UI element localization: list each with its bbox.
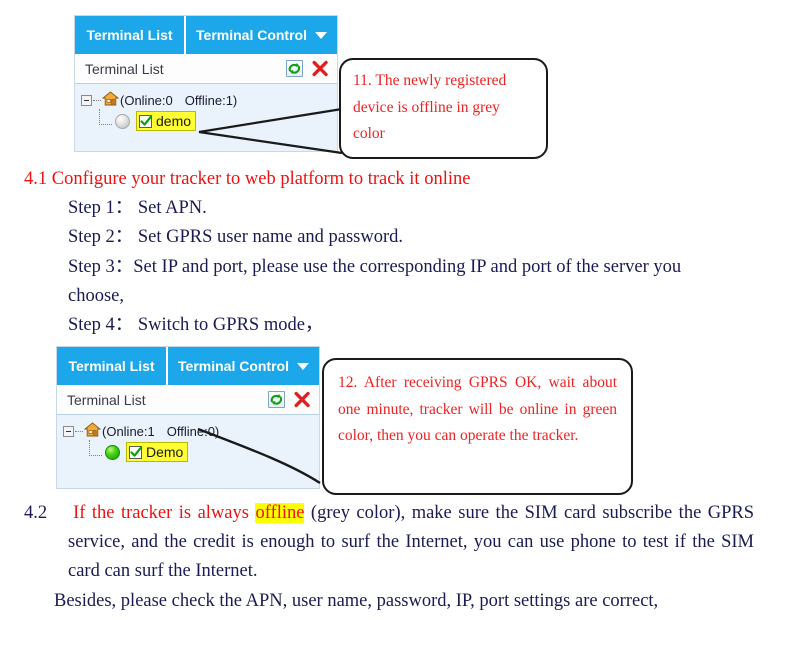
panel-title: Terminal List [67,391,146,408]
tree-device-row[interactable]: Demo [63,440,319,463]
tree-root-row[interactable]: (Online:1 Offline:0) [63,421,319,441]
panel-header: Terminal List [75,54,337,84]
section-42-second-text: Besides, please check the APN, user name… [54,590,659,611]
device-chip[interactable]: Demo [126,442,189,462]
status-indicator-online [105,444,120,460]
terminal-panel-offline[interactable]: Terminal List Terminal Control Terminal … [74,15,338,152]
callout-12: 12. After receiving GPRS OK, wait about … [322,358,633,495]
panel-title: Terminal List [85,60,164,77]
tab-terminal-control[interactable]: Terminal Control [166,347,319,385]
section-42-second-paragraph: Besides, please check the APN, user name… [24,587,754,616]
tab-bar: Terminal List Terminal Control [75,16,337,54]
tree-online-count: (Online:1 [102,423,155,439]
device-name: demo [156,113,192,129]
tree-root-row[interactable]: (Online:0 Offline:1) [81,90,337,110]
close-icon[interactable] [311,60,329,78]
tab-terminal-list-label: Terminal List [68,358,155,374]
close-icon[interactable] [293,391,311,409]
callout-12-text: 12. After receiving GPRS OK, wait about … [338,374,617,445]
tree-online-count: (Online:0 [120,92,173,108]
tree-connector [75,430,83,432]
tree-connector-elbow [99,109,113,129]
step-4: Step 4： Switch to GPRS mode， [68,315,324,336]
chevron-down-icon [296,362,309,370]
tab-bar: Terminal List Terminal Control [57,347,319,385]
home-icon [101,91,120,109]
section-42-paragraph: 4.2 If the tracker is always offline (gr… [24,499,754,587]
tab-terminal-control-label: Terminal Control [178,358,289,374]
refresh-icon[interactable] [268,391,285,408]
section-41: 4.1 Configure your tracker to web platfo… [24,165,774,340]
device-checkbox[interactable] [139,114,153,128]
tree-offline-count: Offline:0) [166,423,220,439]
device-name: Demo [146,444,184,460]
home-icon [83,422,102,440]
tree-offline-count: Offline:1) [184,92,238,108]
collapse-icon[interactable] [63,425,74,437]
panel-header: Terminal List [57,385,319,415]
tree-device-row[interactable]: demo [81,109,337,132]
section-42-red-lead: If the tracker is always [73,503,249,523]
tab-terminal-control[interactable]: Terminal Control [184,16,337,54]
terminal-tree: (Online:0 Offline:1) demo [75,84,337,132]
step-3: Step 3：Set IP and port, please use the c… [68,256,682,306]
tab-terminal-list[interactable]: Terminal List [57,347,166,385]
terminal-tree: (Online:1 Offline:0) Demo [57,415,319,463]
tab-terminal-list[interactable]: Terminal List [75,16,184,54]
tree-connector [93,99,101,101]
collapse-icon[interactable] [81,94,92,106]
device-chip[interactable]: demo [136,111,197,131]
refresh-icon[interactable] [286,60,303,77]
device-checkbox[interactable] [129,445,143,459]
section-42-spacer [54,503,73,523]
section-42: 4.2 If the tracker is always offline (gr… [24,499,754,616]
tab-terminal-control-label: Terminal Control [196,27,307,43]
callout-11-text: 11. The newly registered device is offli… [353,72,507,143]
chevron-down-icon [314,31,327,39]
offline-highlight: offline [255,503,305,523]
step-2: Step 2： Set GPRS user name and password. [68,227,404,248]
section-41-heading: 4.1 Configure your tracker to web platfo… [24,169,471,189]
step-1: Step 1： Set APN. [68,198,207,219]
tab-terminal-list-label: Terminal List [86,27,173,43]
status-indicator-offline [115,113,130,129]
callout-11: 11. The newly registered device is offli… [339,58,548,159]
tree-connector-elbow [89,440,103,460]
section-42-number: 4.2 [24,503,48,523]
terminal-panel-online[interactable]: Terminal List Terminal Control Terminal … [56,346,320,489]
